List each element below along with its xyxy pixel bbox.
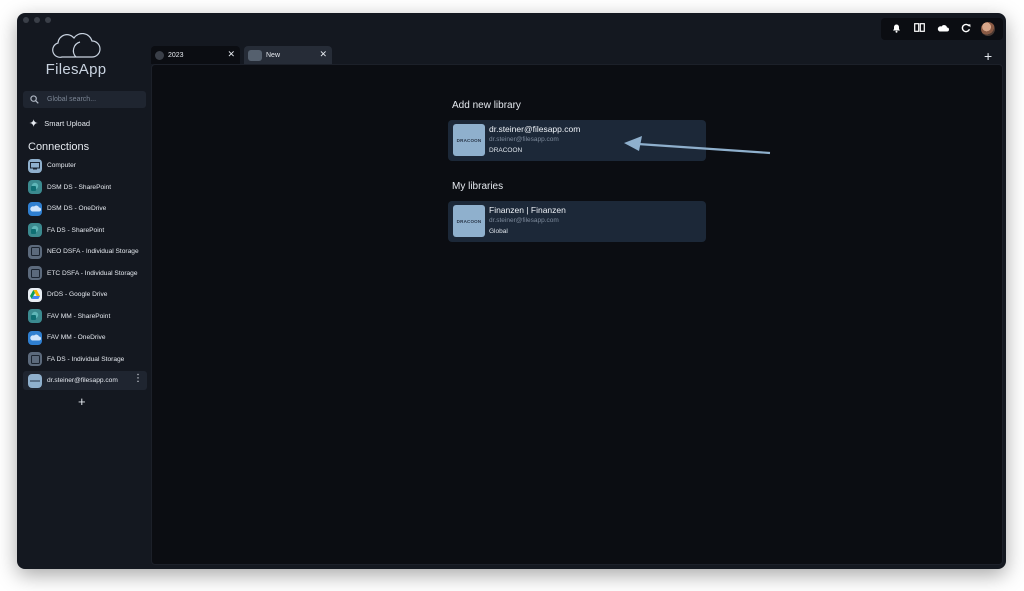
connection-label: FA DS - Individual Storage (47, 355, 125, 363)
connection-fav-mm-onedrive[interactable]: FAV MM - OneDrive (23, 328, 147, 347)
tab-2023[interactable]: 2023 ✕ (151, 46, 240, 64)
connection-label: FAV MM - SharePoint (47, 312, 111, 320)
sparkle-icon: ✦ (29, 118, 39, 130)
connection-label: DSM DS - SharePoint (47, 183, 112, 191)
connection-label: FA DS - SharePoint (47, 226, 105, 234)
google-drive-icon (28, 287, 42, 302)
tab-new[interactable]: New ✕ (244, 46, 332, 64)
top-toolbar (881, 18, 1003, 40)
user-avatar[interactable] (981, 22, 996, 36)
app-name: FilesApp (45, 61, 107, 78)
card-meta: Global (489, 228, 508, 235)
card-subtitle: dr.steiner@filesapp.com (489, 136, 559, 143)
sharepoint-icon (28, 223, 42, 237)
connection-dsm-ds-sharepoint[interactable]: DSM DS - SharePoint (23, 178, 147, 197)
tab-bar: 2023 ✕ New ✕ (151, 46, 332, 64)
dracoon-icon (28, 373, 42, 388)
connection-label: dr.steiner@filesapp.com (47, 377, 118, 384)
connection-dr-steiner-dracoon[interactable]: dr.steiner@filesapp.com ⋮ (23, 371, 147, 390)
new-tab-button[interactable]: + (984, 49, 992, 63)
storage-icon (28, 266, 42, 280)
storage-icon (28, 244, 42, 259)
connection-label: ETC DSFA - Individual Storage (47, 269, 138, 277)
connection-etc-dsfa-individual-storage[interactable]: ETC DSFA - Individual Storage (23, 264, 147, 283)
onedrive-icon (28, 201, 42, 216)
connection-dsm-ds-onedrive[interactable]: DSM DS - OneDrive (23, 199, 147, 218)
connections-list: Computer DSM DS - SharePoint DSM DS - On… (23, 156, 147, 393)
connection-label: NEO DSFA - Individual Storage (47, 248, 139, 255)
sidebar: FilesApp Global search... ✦ Smart Upload… (17, 13, 151, 569)
split-view-icon[interactable] (912, 23, 928, 35)
tab-label: 2023 (168, 51, 184, 59)
my-libraries-heading: My libraries (452, 181, 504, 192)
onedrive-icon (28, 330, 42, 345)
storage-icon (28, 352, 42, 366)
thumb-label: DRACOON (456, 218, 482, 224)
refresh-icon[interactable] (958, 23, 974, 36)
connection-label: DrDS - Google Drive (47, 291, 108, 298)
card-title: Finanzen | Finanzen (489, 205, 566, 215)
dracoon-logo: DRACOON (453, 205, 485, 237)
connection-drds-google-drive[interactable]: DrDS - Google Drive (23, 285, 147, 304)
bell-icon[interactable] (889, 23, 905, 36)
app-logo: FilesApp (41, 33, 111, 78)
pointer-arrow-icon (624, 136, 771, 155)
connection-label: DSM DS - OneDrive (47, 205, 107, 212)
add-library-heading: Add new library (452, 100, 521, 111)
card-subtitle: dr.steiner@filesapp.com (489, 217, 559, 224)
connection-fa-ds-individual-storage[interactable]: FA DS - Individual Storage (23, 350, 147, 369)
search-placeholder: Global search... (47, 96, 97, 103)
card-title: dr.steiner@filesapp.com (489, 124, 581, 134)
smart-upload-button[interactable]: ✦ Smart Upload (29, 117, 90, 130)
connection-computer[interactable]: Computer (23, 156, 147, 175)
more-options-icon[interactable]: ⋮ (133, 374, 143, 384)
sharepoint-icon (28, 309, 42, 323)
connection-fa-ds-sharepoint[interactable]: FA DS - SharePoint (23, 221, 147, 240)
library-card-finanzen[interactable]: DRACOON Finanzen | Finanzen dr.steiner@f… (448, 201, 706, 242)
app-window: FilesApp Global search... ✦ Smart Upload… (17, 13, 1006, 569)
global-search-input[interactable]: Global search... (23, 91, 146, 108)
main-content: Add new library DRACOON dr.steiner@files… (151, 64, 1003, 565)
tab-label: New (266, 51, 281, 59)
connection-label: FAV MM - OneDrive (47, 334, 106, 341)
card-meta: DRACOON (489, 147, 523, 154)
sharepoint-icon (28, 180, 42, 194)
smart-upload-label: Smart Upload (44, 119, 91, 128)
cloud-icon[interactable] (935, 24, 951, 35)
connection-neo-dsfa-individual-storage[interactable]: NEO DSFA - Individual Storage (23, 242, 147, 261)
cloud-logo-icon (52, 33, 101, 58)
tab-icon (248, 49, 262, 61)
computer-icon (28, 158, 42, 173)
tab-icon (155, 50, 164, 60)
connections-heading: Connections (28, 141, 90, 153)
add-connection-button[interactable]: + (78, 394, 86, 409)
search-icon (30, 91, 42, 109)
thumb-label: DRACOON (456, 137, 482, 143)
close-tab-icon[interactable]: ✕ (227, 49, 235, 60)
close-tab-icon[interactable]: ✕ (319, 49, 327, 60)
connection-label: Computer (47, 162, 76, 169)
connection-fav-mm-sharepoint[interactable]: FAV MM - SharePoint (23, 307, 147, 326)
dracoon-logo: DRACOON (453, 124, 485, 156)
